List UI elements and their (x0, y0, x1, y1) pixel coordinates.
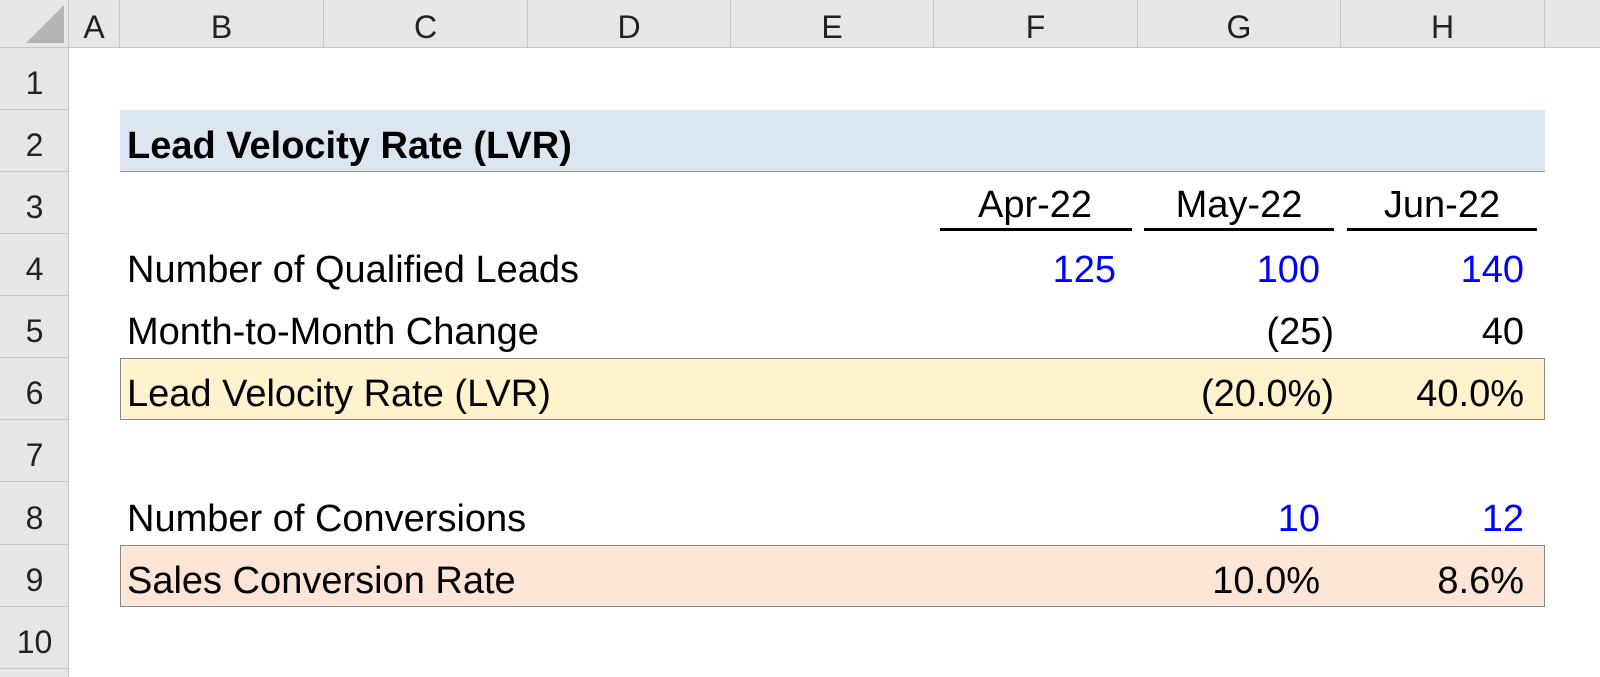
row-header-5[interactable]: 5 (0, 296, 69, 358)
row-header-1[interactable]: 1 (0, 48, 69, 110)
row-header-3[interactable]: 3 (0, 172, 69, 234)
month-header-may[interactable]: May-22 (1144, 172, 1334, 228)
column-header-f[interactable]: F (934, 0, 1138, 48)
column-header-e[interactable]: E (731, 0, 934, 48)
column-header-g[interactable]: G (1138, 0, 1341, 48)
select-all-corner[interactable] (0, 0, 69, 48)
mom-change-jun[interactable]: 40 (1341, 296, 1524, 358)
conversions-may[interactable]: 10 (1138, 483, 1320, 545)
conversions-jun[interactable]: 12 (1341, 483, 1524, 545)
sheet-title[interactable]: Lead Velocity Rate (LVR) (127, 110, 927, 172)
month-underline-may (1144, 228, 1334, 231)
month-header-jun[interactable]: Jun-22 (1347, 172, 1537, 228)
lvr-label[interactable]: Lead Velocity Rate (LVR) (127, 358, 927, 420)
column-header-a[interactable]: A (69, 0, 120, 48)
row-header-6[interactable]: 6 (0, 358, 69, 420)
conversion-rate-may[interactable]: 10.0% (1138, 545, 1320, 607)
row-header-10[interactable]: 10 (0, 607, 69, 669)
qualified-leads-may[interactable]: 100 (1138, 234, 1320, 296)
row-header-2[interactable]: 2 (0, 110, 69, 172)
column-header-d[interactable]: D (528, 0, 731, 48)
row-header-7[interactable]: 7 (0, 420, 69, 482)
row-header-8[interactable]: 8 (0, 483, 69, 545)
month-underline-apr (940, 228, 1132, 231)
select-all-triangle-icon (26, 5, 64, 43)
column-header-c[interactable]: C (324, 0, 528, 48)
qualified-leads-apr[interactable]: 125 (934, 234, 1116, 296)
lvr-may[interactable]: (20.0%) (1138, 358, 1334, 420)
month-underline-jun (1347, 228, 1537, 231)
conversion-rate-jun[interactable]: 8.6% (1341, 545, 1524, 607)
lvr-jun[interactable]: 40.0% (1341, 358, 1524, 420)
conversions-label[interactable]: Number of Conversions (127, 483, 927, 545)
row-header-4[interactable]: 4 (0, 234, 69, 296)
month-header-apr[interactable]: Apr-22 (940, 172, 1130, 228)
qualified-leads-jun[interactable]: 140 (1341, 234, 1524, 296)
conversion-rate-label[interactable]: Sales Conversion Rate (127, 545, 927, 607)
mom-change-label[interactable]: Month-to-Month Change (127, 296, 927, 358)
mom-change-may[interactable]: (25) (1138, 296, 1334, 358)
column-header-h[interactable]: H (1341, 0, 1545, 48)
qualified-leads-label[interactable]: Number of Qualified Leads (127, 234, 927, 296)
column-header-b[interactable]: B (120, 0, 324, 48)
row-header-9[interactable]: 9 (0, 545, 69, 607)
